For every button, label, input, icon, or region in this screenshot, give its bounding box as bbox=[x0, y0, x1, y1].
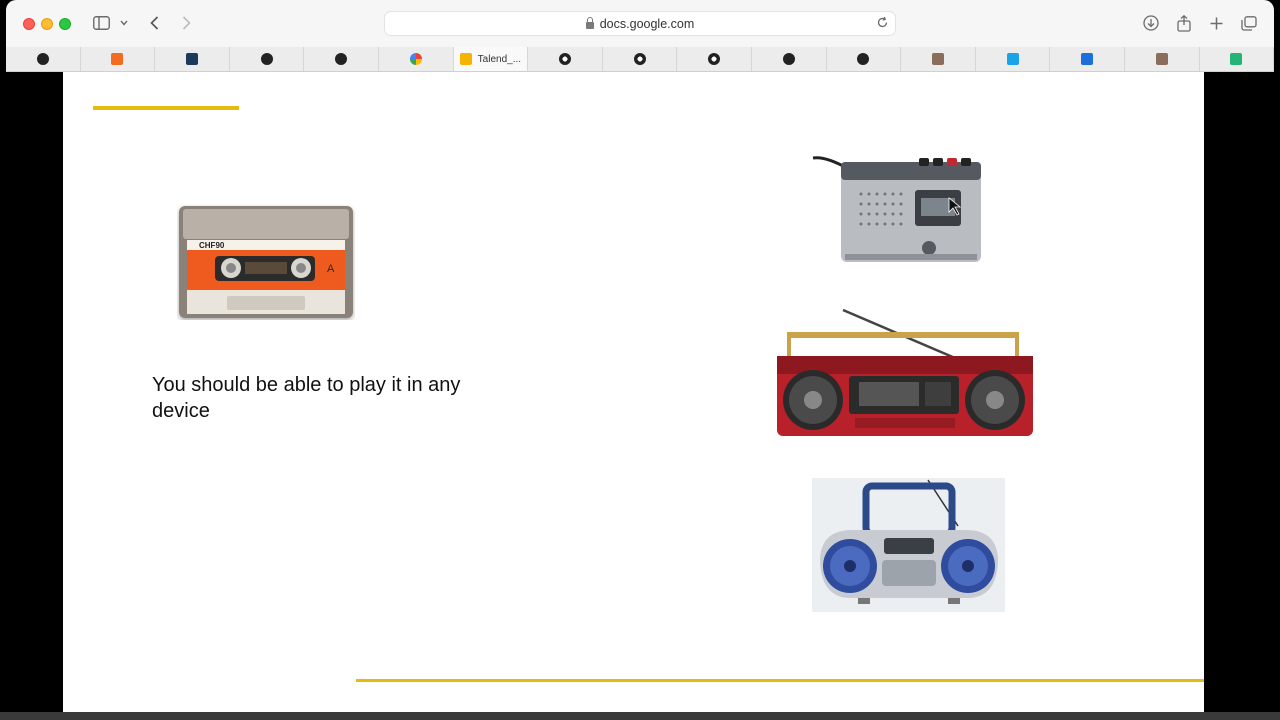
app-icon bbox=[1006, 53, 1019, 65]
browser-tab[interactable] bbox=[379, 47, 454, 71]
browser-tab[interactable] bbox=[1050, 47, 1125, 71]
tab-overview-icon[interactable] bbox=[1240, 13, 1258, 33]
browser-tab[interactable] bbox=[528, 47, 603, 71]
openai-icon bbox=[708, 53, 721, 65]
red-boombox-image bbox=[775, 308, 1035, 443]
bookmark-icon bbox=[1081, 53, 1094, 65]
browser-tab[interactable] bbox=[677, 47, 752, 71]
close-window-button[interactable] bbox=[23, 18, 35, 30]
browser-tab[interactable] bbox=[827, 47, 902, 71]
minimize-window-button[interactable] bbox=[41, 18, 53, 30]
new-tab-button[interactable] bbox=[1208, 13, 1224, 33]
reload-icon[interactable] bbox=[876, 16, 889, 32]
browser-tab[interactable] bbox=[230, 47, 305, 71]
nm-icon bbox=[1230, 53, 1243, 65]
slide-body-text[interactable]: You should be able to play it in any dev… bbox=[152, 372, 512, 424]
browser-tab[interactable] bbox=[1125, 47, 1200, 71]
svg-text:A: A bbox=[327, 263, 335, 275]
dlt-icon bbox=[185, 53, 198, 65]
sidebar-icon[interactable] bbox=[92, 13, 110, 33]
downloads-icon[interactable] bbox=[1142, 13, 1160, 33]
back-button[interactable] bbox=[147, 13, 161, 33]
browser-tab[interactable] bbox=[6, 47, 81, 71]
avatar-icon bbox=[1155, 53, 1168, 65]
silver-boombox-image bbox=[812, 478, 1005, 612]
browser-tab[interactable] bbox=[603, 47, 678, 71]
cassette-tape-image: CHF90 A bbox=[177, 204, 355, 325]
accent-line-top bbox=[93, 106, 239, 110]
browser-tab[interactable] bbox=[1200, 47, 1275, 71]
github-icon bbox=[260, 53, 273, 65]
browser-tab[interactable] bbox=[304, 47, 379, 71]
svg-text:CHF90: CHF90 bbox=[199, 241, 225, 250]
browser-tab[interactable]: Talend_... bbox=[453, 47, 529, 71]
bottom-edge bbox=[0, 712, 1280, 720]
google-icon bbox=[409, 53, 422, 65]
cassette-recorder-image bbox=[811, 154, 987, 271]
avatar-icon bbox=[931, 53, 944, 65]
slide-canvas: CHF90 A You should be able to play it in… bbox=[63, 72, 1204, 712]
github-icon bbox=[36, 53, 49, 65]
slides-icon bbox=[459, 53, 472, 65]
title-bar: docs.google.com bbox=[6, 0, 1274, 48]
browser-tab[interactable] bbox=[155, 47, 230, 71]
lock-icon bbox=[585, 17, 594, 29]
tab-label: Talend_... bbox=[477, 53, 522, 65]
tab-bar: Talend_... bbox=[6, 47, 1275, 72]
browser-tab[interactable] bbox=[901, 47, 976, 71]
browser-tab[interactable] bbox=[976, 47, 1051, 71]
forward-button[interactable] bbox=[179, 13, 193, 33]
zoom-window-button[interactable] bbox=[59, 18, 71, 30]
accent-line-bottom bbox=[356, 679, 1204, 682]
openai-icon bbox=[633, 53, 646, 65]
github-icon bbox=[782, 53, 795, 65]
browser-tab[interactable] bbox=[752, 47, 827, 71]
chevron-down-icon[interactable] bbox=[118, 13, 130, 33]
github-icon bbox=[857, 53, 870, 65]
url-text: docs.google.com bbox=[599, 16, 695, 31]
cube-icon bbox=[111, 53, 124, 65]
github-icon bbox=[335, 53, 348, 65]
browser-tab[interactable] bbox=[81, 47, 156, 71]
address-bar[interactable]: docs.google.com bbox=[384, 11, 896, 36]
share-icon[interactable] bbox=[1175, 13, 1193, 33]
openai-icon bbox=[558, 53, 571, 65]
